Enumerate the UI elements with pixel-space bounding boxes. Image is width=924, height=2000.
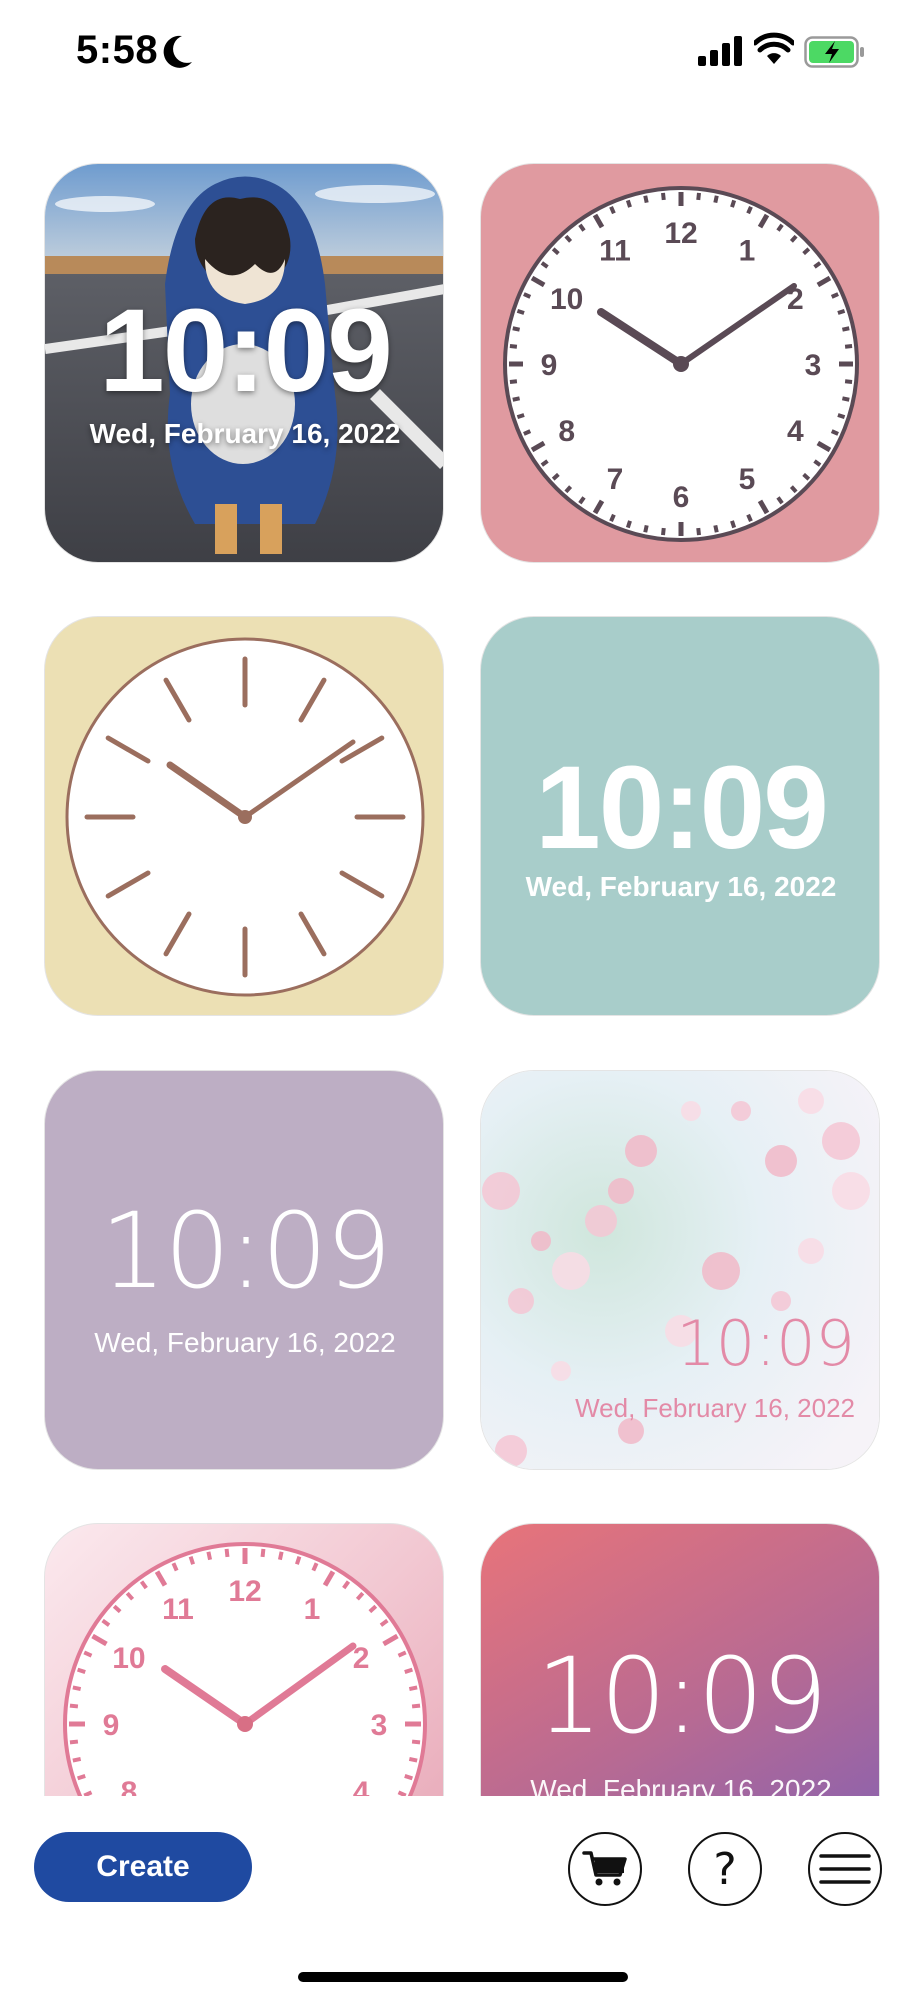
home-indicator — [298, 1972, 628, 1982]
dial-number: 12 — [664, 217, 697, 250]
cellular-signal-icon — [698, 36, 742, 66]
dial-number: 11 — [599, 234, 631, 267]
widget-time: 10:09 — [536, 1635, 828, 1757]
widget-date: Wed, February 16, 2022 — [530, 1774, 832, 1797]
dial-number: 6 — [673, 481, 690, 514]
widget-date: Wed, February 16, 2022 — [94, 1327, 396, 1358]
widget-gradient-digital[interactable]: 10:09 Wed, February 16, 2022 — [480, 1523, 880, 1796]
widget-date: Wed, February 16, 2022 — [525, 871, 837, 902]
widget-digital-bold[interactable]: 10:09 Wed, February 16, 2022 — [480, 616, 880, 1016]
widget-analog-numbered[interactable]: 12 1 2 3 4 5 6 7 8 9 10 11 — [480, 163, 880, 563]
analog-clock-face — [65, 637, 425, 997]
menu-button[interactable] — [808, 1832, 882, 1906]
widget-photo-digital[interactable]: 10:09 Wed, February 16, 2022 — [44, 163, 444, 563]
status-bar: 5:58 — [0, 0, 924, 110]
widget-digital-thin[interactable]: 10:09 Wed, February 16, 2022 — [44, 1070, 444, 1470]
widget-time: 10:09 — [99, 285, 393, 417]
dial-number: 4 — [787, 415, 804, 448]
dial-number: 8 — [558, 415, 575, 448]
dial-number: 10 — [550, 283, 583, 316]
widget-date: Wed, February 16, 2022 — [89, 418, 401, 449]
dial-number: 5 — [739, 463, 756, 496]
widget-analog-pink[interactable]: 12 1 2 3 4 8 9 10 11 — [44, 1523, 444, 1796]
hamburger-menu-icon — [819, 1854, 871, 1884]
dial-number: 9 — [103, 1709, 120, 1742]
dial-number: 1 — [739, 234, 756, 267]
battery-charging-icon — [804, 36, 864, 68]
widget-gallery[interactable]: 10:09 Wed, February 16, 2022 12 1 2 3 4 5 6 7 8 9… — [0, 110, 924, 1796]
dial-number: 12 — [228, 1575, 261, 1608]
cart-icon — [582, 1851, 627, 1886]
widget-time: 10:09 — [100, 1190, 392, 1312]
widget-time: 10:09 — [535, 742, 829, 874]
widget-time: 10:09 — [676, 1307, 855, 1380]
help-button[interactable]: ? — [688, 1832, 762, 1906]
analog-clock-face: 121234891011 — [63, 1542, 427, 1796]
dial-number: 10 — [112, 1642, 145, 1675]
dial-number: 4 — [353, 1776, 370, 1796]
question-mark-icon: ? — [713, 1843, 737, 1895]
dial-number: 3 — [805, 349, 822, 382]
dial-number: 7 — [607, 463, 624, 496]
status-time: 5:58 — [76, 28, 159, 72]
widget-date: Wed, February 16, 2022 — [575, 1393, 855, 1423]
dial-number: 8 — [121, 1776, 138, 1796]
create-button[interactable]: Create — [34, 1832, 252, 1902]
dial-number: 11 — [162, 1593, 194, 1626]
widget-sakura[interactable]: 10:09 Wed, February 16, 2022 — [480, 1070, 880, 1470]
dial-number: 9 — [541, 349, 558, 382]
bottom-toolbar: Create ? — [0, 1796, 924, 2000]
analog-clock-face: 121234567891011 — [503, 186, 859, 542]
dial-number: 3 — [371, 1709, 388, 1742]
cart-button[interactable] — [568, 1832, 642, 1906]
moon-icon — [163, 35, 192, 68]
dial-number: 1 — [304, 1593, 321, 1626]
wifi-icon — [754, 32, 794, 64]
widget-analog-minimal[interactable] — [44, 616, 444, 1016]
